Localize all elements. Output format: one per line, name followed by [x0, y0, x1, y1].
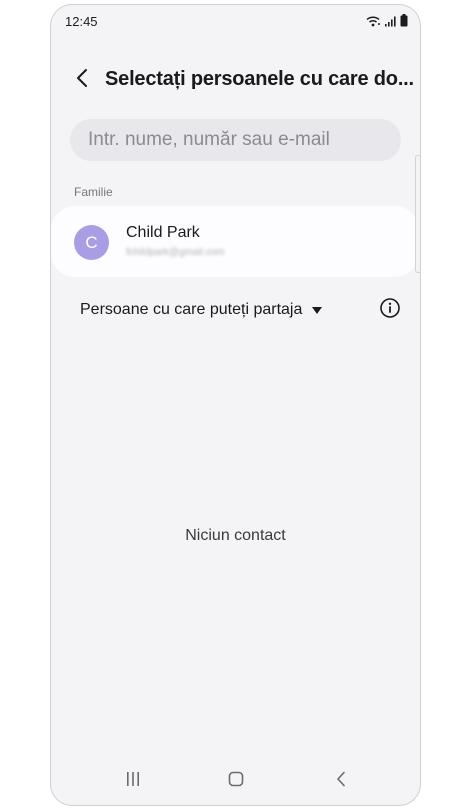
navigation-bar	[51, 753, 420, 805]
battery-icon	[400, 14, 408, 27]
wifi-icon	[366, 15, 380, 26]
page-title: Selectați persoanele cu care do...	[105, 68, 414, 90]
contact-item[interactable]: C Child Park fchildpark@gmail.com	[51, 206, 419, 277]
info-icon[interactable]	[379, 297, 401, 319]
caret-down-icon	[312, 306, 323, 314]
app-bar: Selectați persoanele cu care do...	[51, 57, 420, 103]
back-button[interactable]	[67, 63, 97, 93]
status-time: 12:45	[65, 14, 98, 29]
status-bar: 12:45	[51, 5, 420, 37]
status-icons	[366, 14, 408, 27]
recents-button[interactable]	[118, 767, 148, 791]
home-icon	[228, 771, 244, 787]
scroll-indicator[interactable]	[415, 155, 420, 273]
chevron-left-icon	[77, 69, 87, 87]
phone-screen: 12:45 Selectați persoanele cu care do...…	[50, 4, 421, 806]
share-filter-row: Persoane cu care puteți partaja	[51, 293, 420, 327]
empty-state-text: Niciun contact	[185, 527, 286, 544]
contact-email: fchildpark@gmail.com	[126, 247, 225, 258]
share-filter-label: Persoane cu care puteți partaja	[80, 301, 303, 318]
avatar: C	[74, 225, 109, 260]
contact-name: Child Park	[126, 224, 200, 241]
search-input[interactable]	[88, 129, 401, 151]
back-icon	[337, 771, 345, 787]
recents-icon	[127, 772, 139, 786]
search-box[interactable]	[70, 119, 401, 161]
section-label-family: Familie	[74, 185, 113, 199]
share-filter-dropdown[interactable]: Persoane cu care puteți partaja	[80, 301, 323, 319]
nav-back-button[interactable]	[326, 767, 356, 791]
home-button[interactable]	[221, 767, 251, 791]
signal-icon	[385, 16, 396, 26]
